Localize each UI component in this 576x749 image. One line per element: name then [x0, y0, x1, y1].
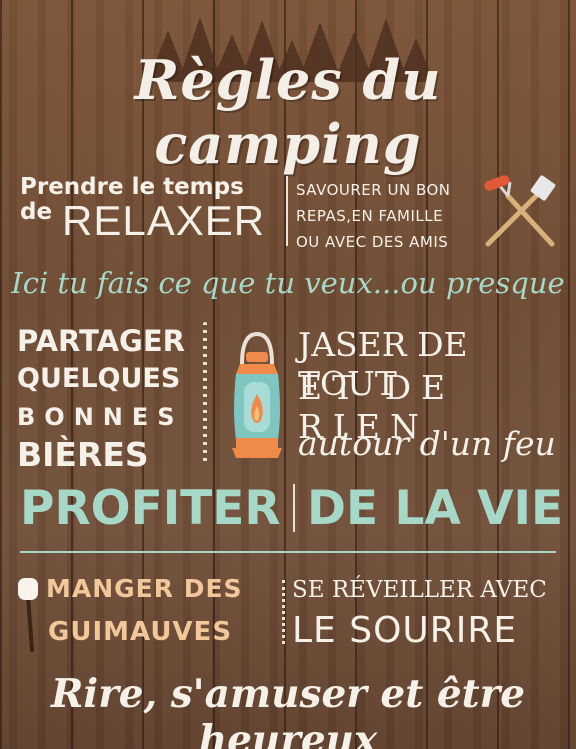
divider [293, 484, 295, 532]
marshmallow-stick-icon [18, 578, 38, 652]
footer-script: Rire, s'amuser et être heureux [50, 671, 526, 749]
bbq-tools-icon [484, 175, 556, 247]
meal-line-2: REPAS,EN FAMILLE [296, 207, 444, 225]
beer-line-2: QUELQUES [17, 363, 181, 394]
beer-line-4: BIÈRES [17, 435, 149, 474]
meal-line-3: OU AVEC DES AMIS [296, 233, 449, 251]
beer-line-1: PARTAGER [17, 324, 185, 358]
life-left: PROFITER [20, 481, 281, 536]
camping-sign: Règles du camping Prendre le temps de RE… [0, 0, 576, 749]
life-right: DE LA VIE [307, 481, 564, 536]
chat-line-3: autour d'un feu [298, 424, 556, 463]
dotted-divider [203, 322, 207, 462]
dotted-divider [282, 580, 285, 644]
relax-line-2-small: de [20, 199, 53, 225]
marshmallow-line-2: GUIMAUVES [48, 617, 233, 647]
marshmallow-line-1: MANGER DES [46, 574, 243, 603]
beer-block: PARTAGER QUELQUES BONNES BIÈRES [17, 322, 185, 474]
sign-title: Règles du camping [134, 48, 442, 176]
meal-text: SAVOURER UN BON REPAS,EN FAMILLE OU AVEC… [296, 177, 451, 255]
wake-line-2: LE SOURIRE [292, 610, 518, 651]
meal-line-1: SAVOURER UN BON [296, 181, 451, 199]
wake-line-1: SE RÉVEILLER AVEC [292, 577, 547, 603]
horizontal-rule [20, 551, 556, 553]
beer-line-3: BONNES [17, 403, 184, 431]
lantern-icon [232, 331, 282, 458]
divider [286, 176, 288, 246]
script-line: Ici tu fais ce que tu veux...ou presque [11, 266, 565, 300]
relax-line-2-big: RELAXER [62, 197, 266, 244]
